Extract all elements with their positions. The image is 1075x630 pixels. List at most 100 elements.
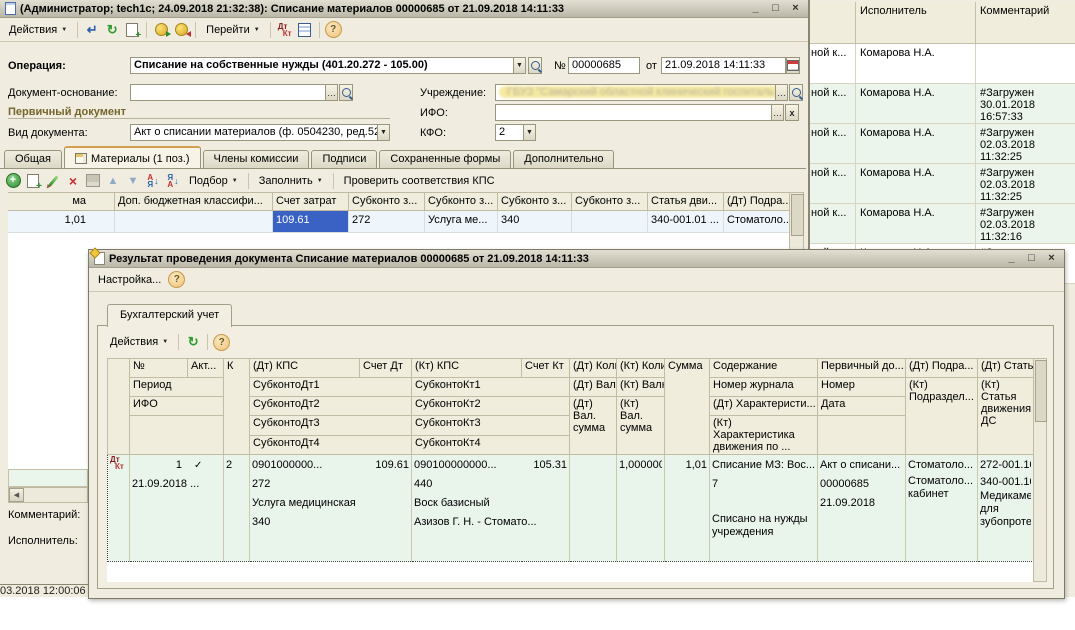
document-date-input[interactable]: 21.09.2018 14:11:33 [661,57,786,74]
column-header[interactable]: (Дт) Подра... [724,192,789,211]
column-header[interactable]: Номер журнала [710,378,818,397]
cell-podrazdelenie[interactable]: Стоматоло... [724,211,789,233]
scrollbar-thumb[interactable] [791,194,804,236]
delete-row-button[interactable]: × [64,172,82,189]
reread-document-button[interactable]: ↻ [103,21,121,38]
close-button[interactable]: × [1044,252,1059,265]
operation-input[interactable]: Списание на собственные нужды (401.20.27… [130,57,514,74]
actions-menu-button[interactable]: Действия ▼ [4,22,72,38]
podbor-menu-button[interactable]: Подбор ▼ [184,173,243,189]
column-header[interactable]: Субконто з... [349,192,425,211]
column-header[interactable]: Первичный до... [818,359,906,378]
column-header[interactable]: Содержание [710,359,818,378]
column-header[interactable]: СубконтоДт1 [250,378,412,397]
posting-row[interactable]: ДтКт 1 ✓ 21.09.2018 ... 2 [108,455,1034,562]
cell-subkonto2[interactable]: Услуга ме... [425,211,498,233]
column-header[interactable]: СубконтоДт4 [250,435,412,455]
institution-input[interactable]: ГБУЗ "Самарский областной клинический го… [495,84,776,101]
column-header[interactable]: Период [130,378,224,397]
column-header[interactable]: СубконтоДт3 [250,416,412,436]
column-header[interactable]: Доп. бюджетная классифи... [115,192,273,211]
column-header[interactable]: (Дт) Характеристи... [710,397,818,416]
kfo-dropdown-button[interactable]: ▼ [523,124,536,141]
document-window-titlebar[interactable]: (Администратор; tech1c; 24.09.2018 21:32… [0,0,808,18]
column-header[interactable]: Счет Дт [360,359,412,378]
column-header[interactable]: (Кт) Валю [617,378,665,397]
minimize-button[interactable]: _ [748,2,763,15]
dialog-titlebar[interactable]: Результат проведения документа Списание … [89,250,1064,268]
help-button[interactable]: ? [213,334,230,351]
column-header[interactable]: Счет затрат [273,192,349,211]
maximize-button[interactable]: □ [768,2,783,15]
column-header[interactable]: СубконтоКт4 [412,435,570,455]
column-header[interactable]: СубконтоДт2 [250,397,412,416]
column-header[interactable]: (Кт) Коли... [617,359,665,378]
column-header[interactable]: (Кт) Характеристика движения по ... [710,416,818,455]
column-header[interactable]: СубконтоКт1 [412,378,570,397]
add-row-button[interactable]: + [4,172,22,189]
doc-kind-dropdown-button[interactable]: ▼ [377,124,390,141]
journal-row[interactable]: ной к... Комарова Н.А. #Загружен 02.03.2… [807,204,1075,244]
ifo-clear-button[interactable]: x [785,104,799,121]
sort-desc-button[interactable]: ЯА ↓ [164,172,182,189]
cell-subkonto4[interactable] [572,211,648,233]
cell-statya[interactable]: 340-001.01 ... [648,211,724,233]
tab-dopolnitelno[interactable]: Дополнительно [513,150,614,169]
column-header[interactable]: (Кт) Подраздел... [906,378,978,455]
operation-search-button[interactable] [528,57,542,74]
column-header[interactable]: ИФО [130,397,224,416]
cell-dop-klassif[interactable] [115,211,273,233]
column-header[interactable]: (Дт) Подра... [906,359,978,378]
write-document-button[interactable]: ↵ [83,21,101,38]
settings-menu-button[interactable]: Настройка... [93,272,166,288]
cell-subkonto3[interactable]: 340 [498,211,572,233]
column-header[interactable]: Субконто з... [425,192,498,211]
fill-menu-button[interactable]: Заполнить ▼ [254,173,328,189]
maximize-button[interactable]: □ [1024,252,1039,265]
column-header[interactable]: Акт... [188,359,224,378]
journal-column-header-executor[interactable]: Исполнитель [856,2,976,44]
column-header[interactable]: (Кт) Статья движения ДС [978,378,1034,455]
column-header[interactable]: (Дт) Коли... [570,359,617,378]
column-header[interactable]: ма [8,192,115,211]
goto-menu-button[interactable]: Перейти ▼ [201,22,265,38]
column-header[interactable]: (Дт) КПС [250,359,360,378]
move-down-button[interactable]: ▼ [124,172,142,189]
journal-column-header-comment[interactable]: Комментарий [976,2,1075,44]
column-header[interactable]: № [130,359,188,378]
document-number-input[interactable]: 00000685 [568,57,640,74]
date-calendar-button[interactable] [786,57,800,74]
move-up-button[interactable]: ▲ [104,172,122,189]
journal-column-header-clipped[interactable] [807,2,856,44]
show-postings-button[interactable]: ДтКт [276,21,294,38]
actions-menu-button[interactable]: Действия ▼ [105,334,173,350]
help-button[interactable]: ? [168,271,185,288]
column-header[interactable]: Субконто з... [572,192,648,211]
tab-obschaya[interactable]: Общая [4,150,62,169]
postings-report-button[interactable] [296,21,314,38]
institution-search-button[interactable] [789,84,803,101]
unpost-document-button[interactable] [172,21,190,38]
column-header[interactable]: Номер [818,378,906,397]
marker-column-header[interactable] [108,359,130,455]
sort-asc-button[interactable]: АЯ ↓ [144,172,162,189]
journal-row[interactable]: ной к... Комарова Н.А. #Загружен 02.03.2… [807,164,1075,204]
edit-row-button[interactable] [44,172,62,189]
column-header[interactable]: Дата [818,397,906,416]
column-header[interactable]: СубконтоКт3 [412,416,570,436]
journal-row[interactable]: ной к... Комарова Н.А. #Загружен 30.01.2… [807,84,1075,124]
end-edit-button[interactable] [84,172,102,189]
scroll-left-button[interactable]: ◀ [9,488,24,502]
kfo-input[interactable]: 2 [495,124,524,141]
materials-table-row[interactable]: 1,01 109.61 272 Услуга ме... 340 340-001… [8,211,789,233]
ifo-input[interactable] [495,104,772,121]
cell-schet-zatrat-selected[interactable]: 109.61 [273,211,349,233]
check-kps-button[interactable]: Проверить соответствия КПС [339,173,500,189]
horizontal-scrollbar[interactable]: ◀ [8,487,88,503]
tab-podpisi[interactable]: Подписи [311,150,377,169]
column-header[interactable]: Счет Кт [522,359,570,378]
column-header[interactable]: (Дт) Статья... [978,359,1034,378]
ifo-ellipsis-button[interactable]: … [771,104,784,121]
cell-summa[interactable]: 1,01 [8,211,115,233]
operation-dropdown-button[interactable]: ▼ [513,57,526,74]
